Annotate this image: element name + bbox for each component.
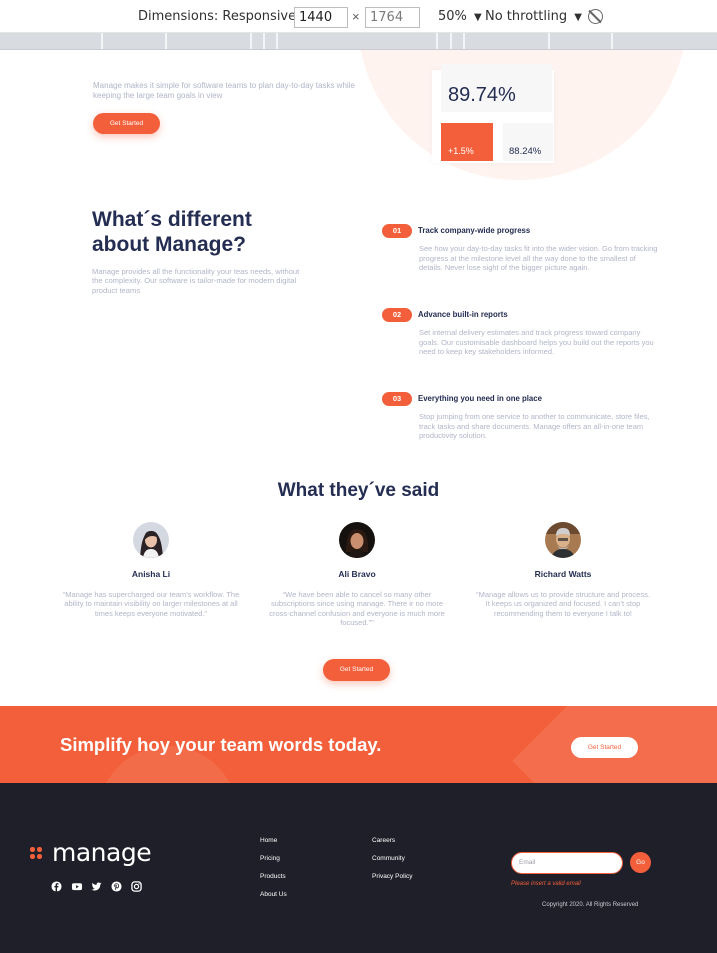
avatar: [133, 522, 169, 558]
zoom-dropdown[interactable]: 50% ▼: [438, 8, 482, 27]
footer-link-community[interactable]: Community: [372, 855, 405, 862]
testimonial-name: Anisha Li: [131, 569, 171, 579]
ruler-tick: [276, 33, 278, 49]
feature-title: Everything you need in one place: [418, 394, 542, 403]
instagram-icon[interactable]: [131, 881, 142, 892]
hero-description: Manage makes it simple for software team…: [93, 81, 355, 100]
avatar: [339, 522, 375, 558]
testimonial-quote: “Manage has supercharged our team’s work…: [62, 590, 240, 618]
throttling-dropdown[interactable]: No throttling ▼: [485, 8, 582, 27]
feature-number-badge: 01: [382, 224, 412, 238]
different-heading: What´s different about Manage?: [92, 208, 252, 256]
zoom-label: 50%: [438, 9, 467, 24]
testimonial-name: Ali Bravo: [338, 569, 376, 579]
throttling-label: No throttling: [485, 9, 568, 24]
footer-link-products[interactable]: Products: [260, 873, 286, 880]
email-error-message: Please insert a valid email: [511, 881, 581, 887]
youtube-icon[interactable]: [71, 881, 83, 892]
avatar: [545, 522, 581, 558]
testimonials-get-started-button[interactable]: Get Started: [323, 659, 390, 681]
pinterest-icon[interactable]: [111, 881, 122, 892]
feature-title: Advance built-in reports: [418, 310, 508, 319]
footer-link-pricing[interactable]: Pricing: [260, 855, 280, 862]
page-content[interactable]: Manage makes it simple for software team…: [0, 50, 717, 953]
testimonial-quote: “We have been able to cancel so many oth…: [269, 590, 445, 628]
feature-number-badge: 02: [382, 308, 412, 322]
hero-get-started-button[interactable]: Get Started: [93, 113, 160, 134]
copyright-text: Copyright 2020. All Rights Reserved: [542, 902, 639, 908]
feature-description: Set internal delivery estimates and trac…: [419, 328, 654, 356]
dimensions-label: Dimensions: Responsive: [138, 9, 297, 24]
height-input[interactable]: 1764: [365, 7, 420, 28]
dimension-separator: ×: [352, 9, 360, 24]
twitter-icon[interactable]: [91, 881, 102, 892]
ruler-tick: [263, 33, 265, 49]
stat-secondary-value: 88.24%: [503, 123, 553, 161]
ruler-tick: [101, 33, 103, 49]
browser-viewport: Dimensions: Responsive ▼ 1440 × 1764 50%…: [0, 0, 717, 953]
different-description: Manage provides all the functionality yo…: [92, 267, 300, 295]
logo-mark-icon[interactable]: [30, 847, 44, 861]
stat-change-badge: +1.5%: [441, 123, 493, 161]
rotate-disabled-icon[interactable]: [588, 9, 603, 24]
footer-logo[interactable]: manage: [52, 838, 152, 867]
testimonial-name: Richard Watts: [534, 569, 592, 579]
subscribe-go-button[interactable]: Go: [630, 852, 651, 873]
footer-link-careers[interactable]: Careers: [372, 837, 395, 844]
testimonials-heading: What they´ve said: [277, 480, 440, 501]
dimensions-dropdown[interactable]: Dimensions: Responsive ▼: [138, 8, 311, 27]
facebook-icon[interactable]: [51, 881, 62, 892]
banner-get-started-button[interactable]: Get Started: [571, 737, 638, 758]
ruler-tick: [165, 33, 167, 49]
cta-banner: Simplify hoy your team words today. Get …: [0, 706, 717, 783]
feature-number-badge: 03: [382, 392, 412, 406]
ruler-tick: [250, 33, 252, 49]
ruler-tick: [450, 33, 452, 49]
caret-down-icon: ▼: [574, 12, 582, 23]
ruler-tick: [463, 33, 465, 49]
testimonial-quote: “Manage allows us to provide structure a…: [476, 590, 650, 618]
feature-description: Stop jumping from one service to another…: [419, 412, 650, 440]
email-input[interactable]: Email: [511, 852, 623, 874]
ruler-tick: [548, 33, 550, 49]
footer-link-about[interactable]: About Us: [260, 891, 287, 898]
caret-down-icon: ▼: [474, 12, 482, 23]
feature-title: Track company-wide progress: [418, 226, 531, 235]
ruler-tick: [611, 33, 613, 49]
footer-link-privacy[interactable]: Privacy Policy: [372, 873, 412, 880]
footer: manage Home Pricing Products About Us Ca…: [0, 783, 717, 953]
devtools-device-toolbar: Dimensions: Responsive ▼ 1440 × 1764 50%…: [0, 0, 717, 33]
media-query-ruler[interactable]: [0, 33, 717, 50]
footer-link-home[interactable]: Home: [260, 837, 277, 844]
ruler-tick: [436, 33, 438, 49]
width-input[interactable]: 1440: [294, 7, 348, 28]
feature-description: See how your day-to-day tasks fit into t…: [419, 244, 658, 272]
stat-main-value: 89.74%: [441, 64, 552, 112]
cta-banner-text: Simplify hoy your team words today.: [60, 734, 382, 755]
